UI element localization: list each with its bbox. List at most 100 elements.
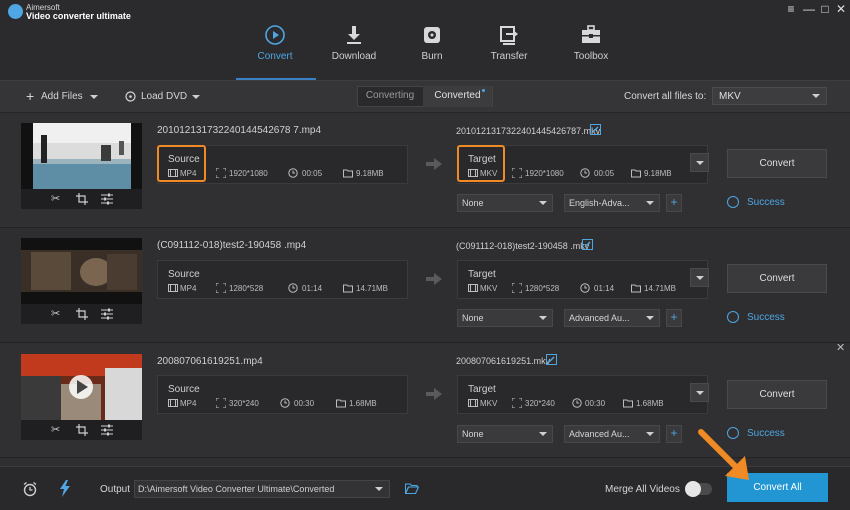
add-plus-icon: + — [670, 310, 678, 324]
source-info-box: Source MP4 1280*528 01:14 14.71MB — [157, 260, 408, 299]
subtitle-value: None — [462, 313, 484, 323]
trim-scissors-icon[interactable]: ✂ — [51, 193, 63, 205]
lightning-icon[interactable] — [59, 480, 71, 497]
check-circle-icon — [727, 196, 739, 208]
crop-icon[interactable] — [76, 424, 88, 436]
alarm-clock-icon[interactable] — [22, 481, 38, 497]
subtitle-select[interactable]: None — [457, 194, 553, 212]
subtitle-select[interactable]: None — [457, 309, 553, 327]
target-resolution: 320*240 — [525, 399, 555, 408]
folder-icon — [343, 169, 353, 178]
film-icon — [468, 169, 478, 177]
source-size: 14.71MB — [356, 284, 389, 293]
convert-all-to-label: Convert all files to: — [624, 91, 707, 102]
target-format-dropdown[interactable] — [690, 383, 709, 402]
clock-icon — [280, 398, 290, 408]
convert-all-format-select[interactable]: MKV — [712, 87, 827, 105]
audio-track-value: Advanced Au... — [569, 313, 630, 323]
target-duration: 00:30 — [585, 399, 606, 408]
convert-button[interactable]: Convert — [727, 380, 827, 409]
video-thumbnail[interactable]: ✂ — [21, 354, 142, 440]
burn-disc-icon — [424, 27, 440, 43]
source-duration: 00:30 — [294, 399, 315, 408]
audio-track-select[interactable]: English-Adva... — [564, 194, 660, 212]
trim-scissors-icon[interactable]: ✂ — [51, 308, 63, 320]
tab-download[interactable]: Download — [315, 24, 393, 80]
arrow-right-icon — [426, 388, 442, 400]
edit-icon[interactable] — [590, 124, 601, 135]
add-subtitle-button[interactable]: + — [666, 194, 682, 212]
source-label: Source — [168, 154, 200, 165]
video-thumbnail[interactable]: ✂ — [21, 123, 142, 209]
effects-sliders-icon[interactable] — [101, 308, 113, 320]
tab-transfer[interactable]: Transfer — [470, 24, 548, 80]
chevron-down-icon — [375, 487, 383, 491]
film-icon — [468, 284, 478, 292]
tab-convert[interactable]: Convert — [236, 24, 314, 80]
convert-button[interactable]: Convert — [727, 149, 827, 178]
chevron-down-icon — [646, 201, 654, 205]
target-format-dropdown[interactable] — [690, 153, 709, 172]
resolution-icon — [512, 168, 522, 178]
target-duration: 01:14 — [594, 284, 615, 293]
target-label: Target — [468, 154, 496, 165]
target-size: 14.71MB — [644, 284, 677, 293]
clock-icon — [288, 168, 298, 178]
chevron-down-icon — [646, 316, 654, 320]
maximize-icon[interactable]: □ — [818, 2, 832, 16]
close-icon[interactable]: ✕ — [834, 2, 848, 16]
add-files-button[interactable]: Add Files — [41, 91, 83, 102]
edit-icon[interactable] — [582, 239, 593, 250]
target-info-box: Target MKV 1280*528 01:14 14.71MB — [457, 260, 708, 299]
target-label: Target — [468, 269, 496, 280]
toggle-knob — [685, 481, 701, 497]
target-label: Target — [468, 384, 496, 395]
target-info-box: Target MKV 1920*1080 00:05 9.18MB — [457, 145, 708, 184]
arrow-right-icon — [426, 158, 442, 170]
tab-burn-label: Burn — [421, 51, 443, 62]
clock-icon — [580, 168, 590, 178]
trim-scissors-icon[interactable]: ✂ — [51, 424, 63, 436]
effects-sliders-icon[interactable] — [101, 193, 113, 205]
subtitle-value: None — [462, 198, 484, 208]
tab-burn[interactable]: Burn — [393, 24, 471, 80]
output-path-select[interactable]: D:\Aimersoft Video Converter Ultimate\Co… — [134, 480, 390, 498]
folder-icon — [343, 284, 353, 293]
menu-icon[interactable]: ≡ — [784, 2, 798, 16]
source-format: MP4 — [180, 169, 197, 178]
app-logo-icon — [8, 4, 23, 19]
target-format-dropdown[interactable] — [690, 268, 709, 287]
subtitle-select[interactable]: None — [457, 425, 553, 443]
audio-track-select[interactable]: Advanced Au... — [564, 309, 660, 327]
open-folder-icon[interactable] — [405, 483, 419, 494]
crop-icon[interactable] — [76, 308, 88, 320]
tab-toolbox[interactable]: Toolbox — [552, 24, 630, 80]
dvd-icon — [125, 91, 136, 102]
add-subtitle-button[interactable]: + — [666, 425, 682, 443]
effects-sliders-icon[interactable] — [101, 424, 113, 436]
output-label: Output — [100, 484, 131, 495]
load-dvd-button[interactable]: Load DVD — [141, 91, 187, 102]
minimize-icon[interactable]: — — [802, 2, 816, 16]
crop-icon[interactable] — [76, 193, 88, 205]
add-files-dropdown-icon[interactable] — [90, 95, 98, 99]
status-success: Success — [747, 312, 785, 323]
video-thumbnail[interactable]: ✂ — [21, 238, 142, 324]
tab-converting[interactable]: Converting — [358, 86, 422, 107]
resolution-icon — [216, 283, 226, 293]
source-size: 1.68MB — [349, 399, 377, 408]
audio-track-select[interactable]: Advanced Au... — [564, 425, 660, 443]
source-duration: 00:05 — [302, 169, 323, 178]
load-dvd-dropdown-icon[interactable] — [192, 95, 200, 99]
chevron-down-icon — [539, 432, 547, 436]
remove-row-close-icon[interactable]: ✕ — [836, 341, 845, 354]
convert-button[interactable]: Convert — [727, 264, 827, 293]
folder-icon — [631, 169, 641, 178]
convert-all-format-value: MKV — [719, 91, 741, 102]
tab-toolbox-label: Toolbox — [573, 51, 609, 62]
add-subtitle-button[interactable]: + — [666, 309, 682, 327]
new-dot-badge — [482, 89, 485, 92]
source-format: MP4 — [180, 399, 197, 408]
edit-icon[interactable] — [546, 354, 557, 365]
annotation-arrow-icon — [698, 429, 749, 480]
